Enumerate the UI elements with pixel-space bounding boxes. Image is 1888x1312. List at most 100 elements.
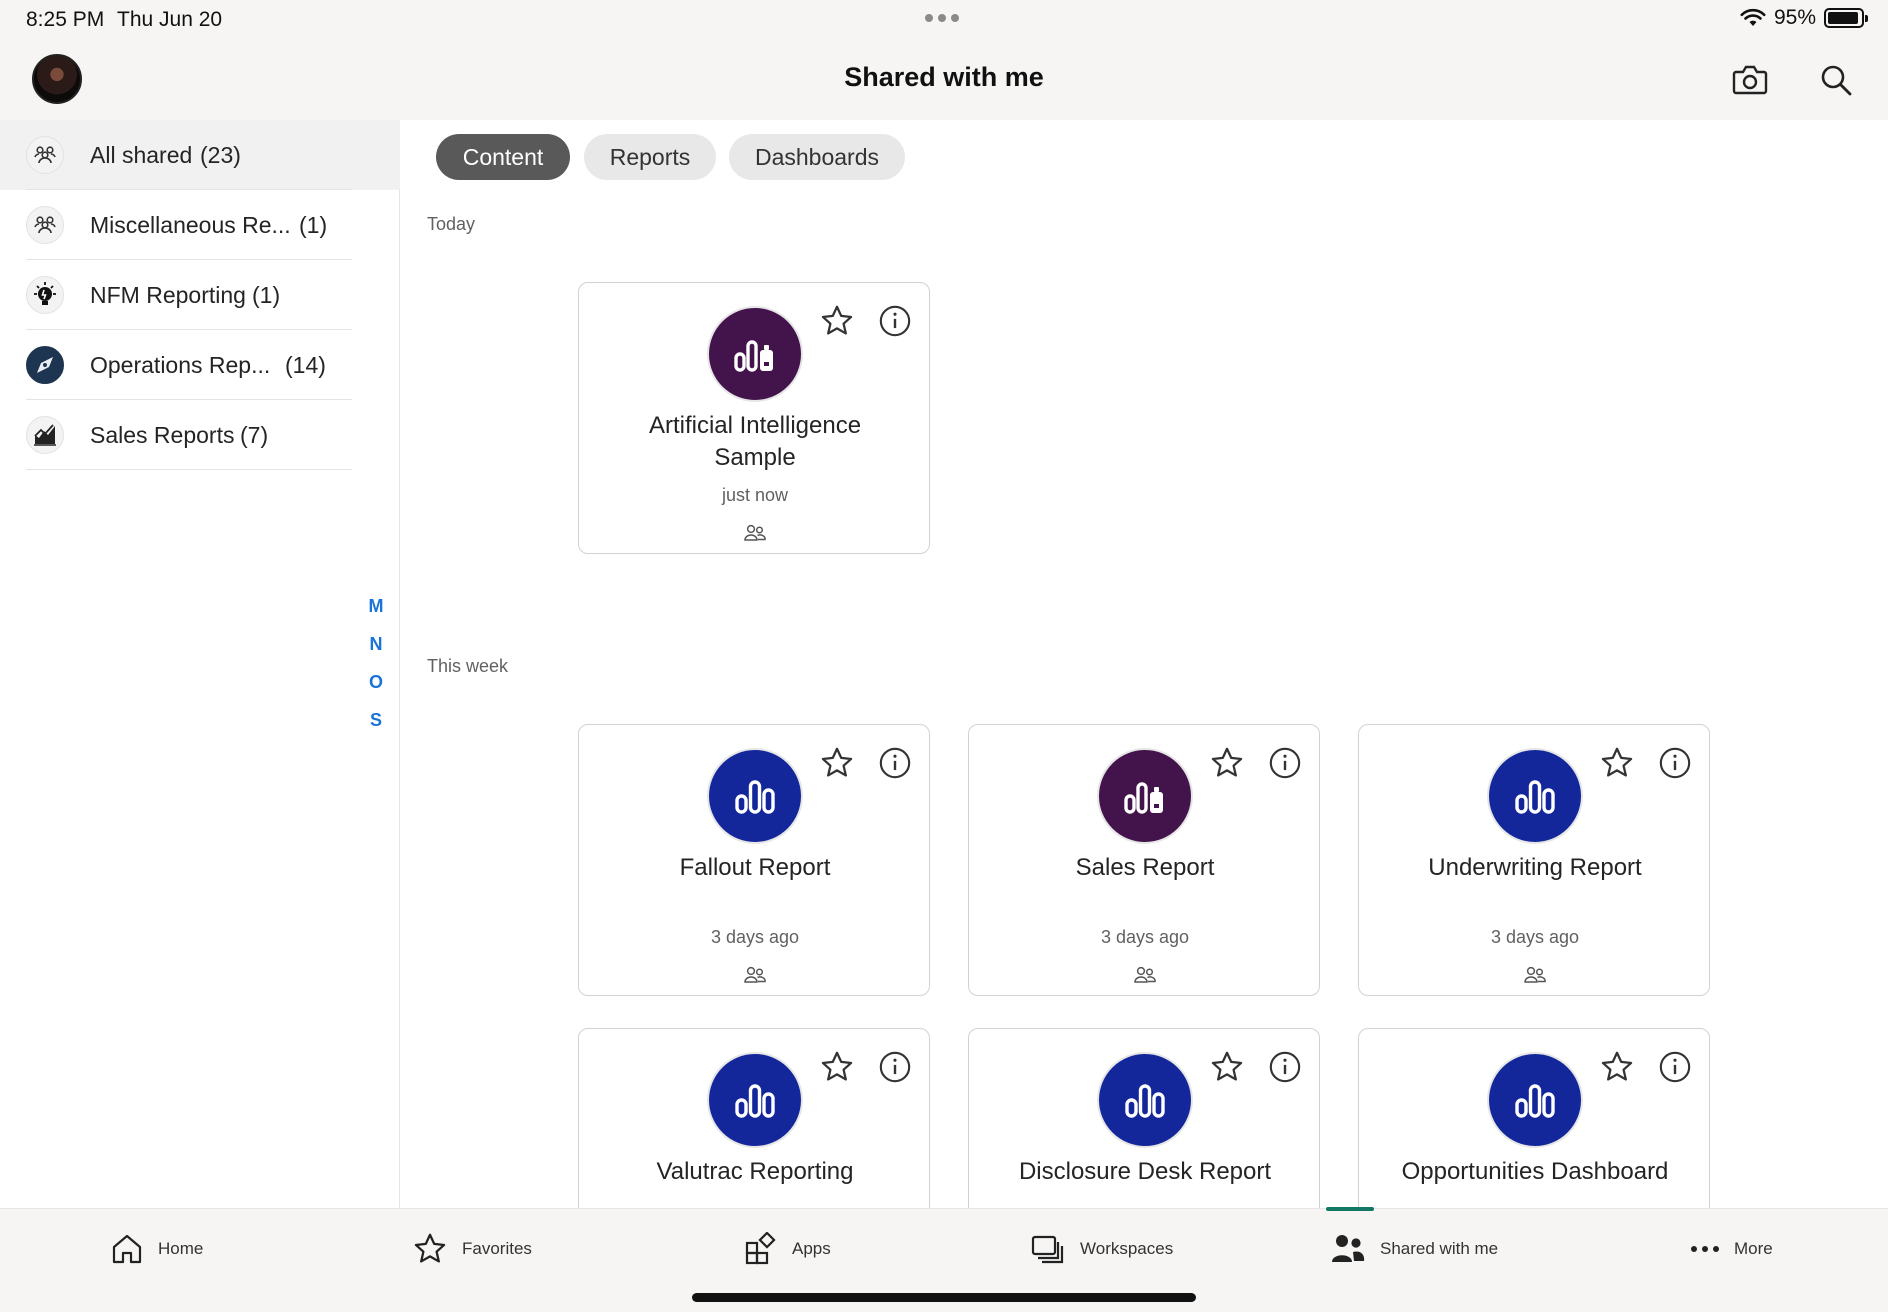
chart-trend-icon (26, 416, 64, 454)
info-button[interactable] (1265, 1047, 1305, 1087)
camera-button[interactable] (1728, 58, 1772, 102)
sidebar-item-count: (14) (285, 351, 326, 378)
battery-percent: 95% (1773, 6, 1816, 29)
nav-favorites[interactable]: Favorites (412, 1229, 532, 1269)
report-icon (1097, 748, 1193, 844)
info-button[interactable] (1265, 743, 1305, 783)
search-button[interactable] (1814, 58, 1858, 102)
index-letter-s[interactable]: S (362, 710, 390, 731)
card-time: 3 days ago (710, 927, 800, 947)
report-card-artificial-intelligence-sample[interactable]: Artificial Intelligence Sample just now (578, 282, 930, 554)
report-card-disclosure-desk-report[interactable]: Disclosure Desk Report (968, 1028, 1320, 1208)
card-title: Fallout Report (679, 854, 831, 881)
report-card-opportunities-dashboard[interactable]: Opportunities Dashboard (1358, 1028, 1710, 1208)
favorite-button[interactable] (1207, 743, 1247, 783)
report-card-sales-report[interactable]: Sales Report 3 days ago (968, 724, 1320, 996)
favorite-button[interactable] (817, 1047, 857, 1087)
info-button[interactable] (1655, 743, 1695, 783)
tab-dashboards[interactable]: Dashboards (729, 134, 905, 180)
tab-content[interactable]: Content (436, 134, 570, 180)
star-icon (821, 747, 853, 777)
index-letter-m[interactable]: M (362, 596, 390, 617)
people-group-icon (26, 206, 64, 244)
sidebar-item-label: NFM Reporting (90, 281, 246, 308)
nav-workspaces[interactable]: Workspaces (1030, 1229, 1173, 1269)
status-date: Thu Jun 20 (117, 8, 223, 31)
favorite-button[interactable] (817, 743, 857, 783)
workspaces-icon (1031, 1235, 1064, 1264)
favorite-button[interactable] (817, 301, 857, 341)
nav-shared-with-me[interactable]: Shared with me (1330, 1229, 1498, 1269)
search-icon (1821, 65, 1852, 96)
sidebar-item-label: Miscellaneous Re... (90, 211, 291, 238)
sidebar-item-nfm-reporting[interactable]: NFM Reporting (1) (0, 260, 400, 330)
page-title: Shared with me (844, 62, 1044, 92)
shared-people-icon (740, 521, 770, 545)
card-title: Opportunities Dashboard (1401, 1158, 1669, 1185)
nav-label: More (1734, 1239, 1773, 1258)
report-icon (1097, 1052, 1193, 1148)
nav-apps[interactable]: Apps (744, 1229, 831, 1269)
shared-people-icon (1130, 963, 1160, 987)
sidebar-item-label: Sales Reports (90, 421, 235, 448)
info-button[interactable] (875, 743, 915, 783)
sidebar: All shared (23) Miscellaneous Re... (1) … (0, 120, 400, 1208)
info-button[interactable] (1655, 1047, 1695, 1087)
nav-label: Workspaces (1080, 1239, 1174, 1258)
star-icon (1211, 747, 1243, 777)
info-button[interactable] (875, 1047, 915, 1087)
divider (26, 469, 352, 470)
star-icon (1211, 1051, 1243, 1081)
sidebar-item-miscellaneous[interactable]: Miscellaneous Re... (1) (0, 190, 400, 260)
card-title: Valutrac Reporting (656, 1158, 854, 1185)
sidebar-item-all-shared[interactable]: All shared (23) (0, 120, 400, 190)
sidebar-item-count: (23) (200, 141, 241, 168)
card-title: Artificial Intelligence Sample (648, 412, 862, 471)
camera-icon (1732, 65, 1768, 95)
report-icon (707, 748, 803, 844)
nav-more[interactable]: More (1690, 1229, 1773, 1269)
info-button[interactable] (875, 301, 915, 341)
nav-label: Apps (792, 1239, 831, 1258)
wifi-icon (1740, 8, 1766, 26)
home-indicator[interactable] (692, 1293, 1196, 1302)
nav-home[interactable]: Home (110, 1229, 203, 1269)
battery-icon (1824, 8, 1868, 28)
sidebar-item-operations[interactable]: Operations Rep... (14) (0, 330, 400, 400)
sidebar-item-sales-reports[interactable]: Sales Reports (7) (0, 400, 400, 470)
nav-label: Shared with me (1380, 1239, 1499, 1258)
index-letter-o[interactable]: O (362, 672, 390, 693)
section-label-this-week: This week (427, 656, 509, 676)
favorite-button[interactable] (1597, 1047, 1637, 1087)
shared-people-icon (1520, 963, 1550, 987)
card-title: Sales Report (1075, 854, 1215, 881)
tab-reports[interactable]: Reports (584, 134, 716, 180)
sidebar-item-count: (7) (240, 421, 269, 448)
bottom-nav: Home Favorites Apps Workspaces Shared wi… (0, 1207, 1888, 1312)
favorite-button[interactable] (1597, 743, 1637, 783)
compass-logo-icon (26, 346, 64, 384)
star-icon (414, 1233, 446, 1263)
people-icon (1332, 1235, 1365, 1262)
card-title: Underwriting Report (1428, 854, 1642, 881)
favorite-button[interactable] (1207, 1047, 1247, 1087)
multitasking-dots[interactable] (925, 14, 959, 22)
index-letter-n[interactable]: N (362, 634, 390, 655)
card-time: just now (721, 485, 789, 505)
more-icon (1691, 1246, 1719, 1252)
report-card-valutrac-reporting[interactable]: Valutrac Reporting (578, 1028, 930, 1208)
active-tab-indicator (1326, 1207, 1374, 1211)
shared-people-icon (740, 963, 770, 987)
info-icon (1269, 1051, 1301, 1083)
report-card-underwriting-report[interactable]: Underwriting Report 3 days ago (1358, 724, 1710, 996)
info-icon (879, 1051, 911, 1083)
info-icon (879, 747, 911, 779)
report-card-fallout-report[interactable]: Fallout Report 3 days ago (578, 724, 930, 996)
sidebar-item-count: (1) (252, 281, 281, 308)
star-icon (1601, 747, 1633, 777)
status-time: 8:25 PM (26, 8, 105, 31)
card-time: 3 days ago (1100, 927, 1190, 947)
status-right: 95% (1740, 6, 1868, 30)
section-label-today: Today (427, 214, 476, 234)
card-title: Disclosure Desk Report (1018, 1158, 1272, 1185)
